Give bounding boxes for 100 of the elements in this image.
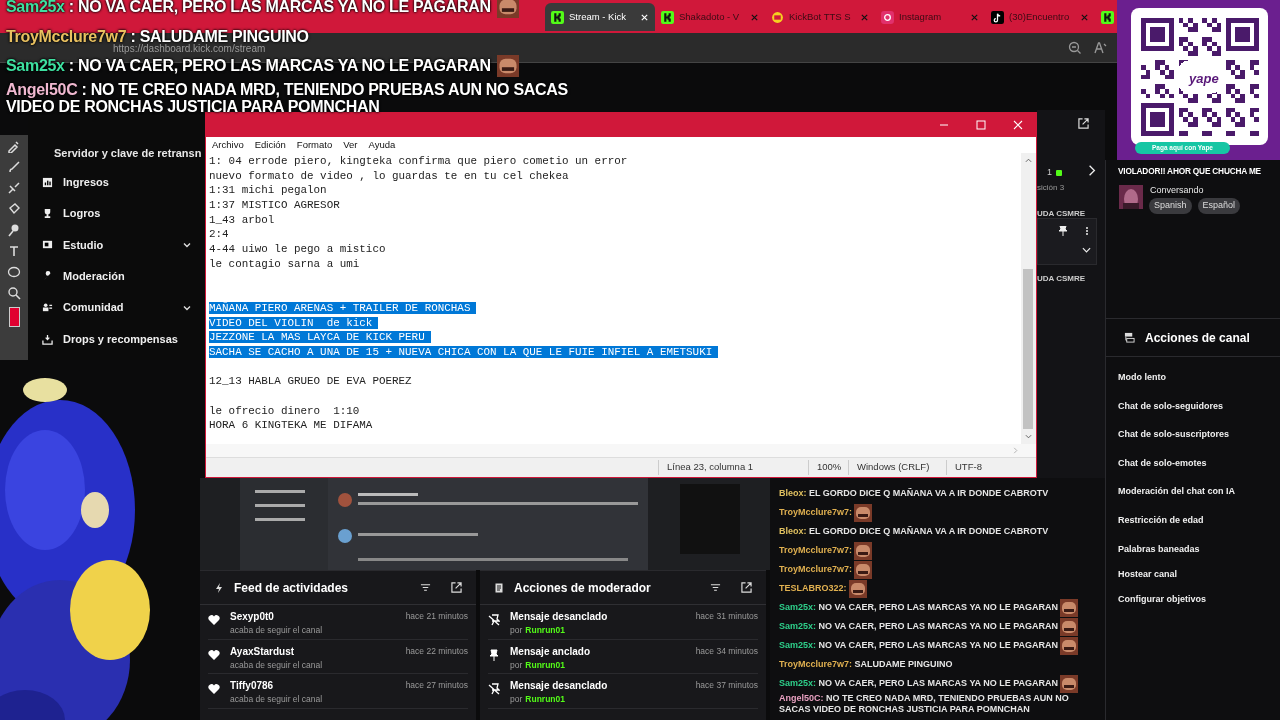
scroll-up-icon[interactable] xyxy=(1025,158,1032,163)
color-swatch[interactable] xyxy=(8,307,20,327)
by-label: por xyxy=(510,624,523,637)
maximize-icon[interactable] xyxy=(975,120,986,130)
k-logo-icon xyxy=(551,10,564,24)
k-logo-icon xyxy=(661,10,674,24)
eyedropper-icon[interactable] xyxy=(7,139,21,153)
pop-out-icon[interactable] xyxy=(1078,118,1089,129)
menu-item[interactable]: Archivo xyxy=(212,137,244,153)
tab-title: KickBot TTS S xyxy=(789,9,852,24)
status-text: 100% xyxy=(808,460,848,475)
overlay-chat-message: Sam25x : NO VA CAER, PERO LAS MARCAS YA NO LE PAGARAN xyxy=(6,0,491,16)
channel-action-item[interactable]: Chat de solo-emotes xyxy=(1118,457,1207,471)
activity-text: acaba de seguir el canal xyxy=(230,624,324,637)
timestamp: hace 21 minutos xyxy=(405,610,468,623)
moderator-name[interactable]: Runrun01 xyxy=(525,624,565,637)
status-text: Línea 23, columna 1 xyxy=(658,460,808,475)
timestamp: hace 22 minutos xyxy=(405,644,468,658)
pop-out-icon[interactable] xyxy=(741,582,752,593)
chat-username[interactable]: TroyMcclure7w7: xyxy=(779,545,853,556)
viewer-count: 1 xyxy=(1047,166,1052,179)
panel-title: Acciones de canal xyxy=(1145,329,1250,347)
status-text: UTF-8 xyxy=(946,460,1036,475)
scrollbar[interactable] xyxy=(206,444,1036,457)
follower-name[interactable]: Tiffy0786 xyxy=(230,678,396,693)
channel-action-item[interactable]: Hostear canal xyxy=(1118,568,1178,582)
pin-icon[interactable] xyxy=(1059,226,1067,236)
sidebar-item[interactable]: Estudio xyxy=(42,234,192,255)
channel-action-item[interactable]: Moderación del chat con IA xyxy=(1118,485,1236,499)
channel-action-item[interactable]: Palabras baneadas xyxy=(1118,543,1200,557)
menu-item[interactable]: Formato xyxy=(296,137,333,153)
panel-title: Acciones de moderador xyxy=(514,579,652,597)
tag-chip[interactable]: Spanish xyxy=(1149,198,1192,214)
studio-icon xyxy=(42,239,53,251)
chat-username[interactable]: TESLABRO322: xyxy=(779,583,847,594)
zoom-out-icon[interactable] xyxy=(1068,41,1082,55)
text-tool-icon[interactable] xyxy=(7,244,21,258)
chat-message: Sam25x: NO VA CAER, PERO LAS MARCAS YA NO LE PAGARAN xyxy=(779,640,1059,651)
url-text[interactable]: https://dashboard.kick.com/stream xyxy=(113,43,266,55)
document-icon xyxy=(494,582,504,593)
people-icon xyxy=(42,302,53,314)
channel-action-item[interactable]: Chat de solo-suscriptores xyxy=(1118,428,1230,442)
chevron-down-icon[interactable] xyxy=(1082,247,1091,253)
action-title: Mensaje desanclado xyxy=(510,679,609,693)
chevron-right-icon[interactable] xyxy=(1088,164,1096,177)
filter-icon[interactable] xyxy=(420,582,431,593)
unpin-icon xyxy=(488,614,500,626)
heart-icon xyxy=(208,683,220,695)
timestamp: hace 37 minutos xyxy=(695,679,758,692)
heart-icon xyxy=(208,648,220,661)
overlay-chat-message: TroyMcclure7w7 : SALUDAME PINGUINO xyxy=(6,27,309,45)
timestamp: hace 27 minutos xyxy=(405,679,468,692)
text-line: nuevo formato de video , lo guardas te en tu cel chekea xyxy=(209,169,569,182)
scrollbar[interactable] xyxy=(1021,153,1036,444)
by-label: por xyxy=(510,658,523,672)
moderator-name[interactable]: Runrun01 xyxy=(525,658,565,672)
tab-title: Instagram xyxy=(899,9,943,24)
channel-action-item[interactable]: Modo lento xyxy=(1118,371,1166,385)
panel-title: Feed de actividades xyxy=(234,579,350,597)
sidebar-item[interactable]: Moderación xyxy=(42,266,192,287)
filter-icon[interactable] xyxy=(710,582,721,593)
menu-item[interactable]: Ayuda xyxy=(368,137,396,153)
scrollbar-thumb[interactable] xyxy=(1023,269,1033,429)
trophy-icon xyxy=(42,207,53,219)
browser-tab[interactable]: Stream - Kick xyxy=(545,3,655,31)
tab-title: Stream - Kick xyxy=(569,9,627,24)
channel-action-item[interactable]: Restricción de edad xyxy=(1118,514,1204,528)
read-aloud-icon[interactable] xyxy=(1093,41,1107,55)
overlay-chat-message: Angel50C : NO TE CREO NADA MRD, TENIENDO PRUEBAS AUN NO SACAS VIDEO DE RONCHAS JUSTICIA PARA POMNCHAN xyxy=(6,80,569,115)
tag-chip[interactable]: Español xyxy=(1197,198,1241,214)
tab-title: (30)Encuentro xyxy=(1009,9,1071,24)
chat-fragment-text: UDA CSMRE xyxy=(1037,273,1086,285)
channel-action-item[interactable]: Configurar objetivos xyxy=(1118,593,1206,607)
chat-message: Sam25x: NO VA CAER, PERO LAS MARCAS YA NO LE PAGARAN xyxy=(779,621,1059,632)
follower-name[interactable]: AyaxStardust xyxy=(230,643,396,659)
menu-item[interactable]: Edición xyxy=(254,137,286,153)
pop-out-icon[interactable] xyxy=(451,582,462,593)
follower-name[interactable]: Sexyp0t0 xyxy=(230,609,396,624)
category-name[interactable]: Conversando xyxy=(1150,184,1204,198)
scroll-down-icon[interactable] xyxy=(1025,434,1032,439)
k-logo-icon xyxy=(1101,10,1114,24)
sidebar-item[interactable]: Logros xyxy=(42,203,192,224)
sidebar-item[interactable]: Ingresos xyxy=(42,172,192,192)
text-line: 2:4 xyxy=(209,228,229,241)
ellipse-icon[interactable] xyxy=(7,265,21,279)
channel-action-item[interactable]: Chat de solo-seguidores xyxy=(1118,400,1224,414)
chat-username[interactable]: TroyMcclure7w7: xyxy=(779,507,853,518)
chat-username[interactable]: TroyMcclure7w7: xyxy=(779,564,853,575)
search-icon[interactable] xyxy=(7,286,21,300)
more-icon[interactable] xyxy=(1085,226,1089,236)
chat-message: Angel50C: NO TE CREO NADA MRD, TENIENDO PRUEBAS AUN NO SACAS VIDEO DE RONCHAS JUSTICIA PARA POMNCHAN xyxy=(779,693,1070,715)
action-title: Mensaje anclado xyxy=(510,644,592,659)
activity-text: acaba de seguir el canal xyxy=(230,658,324,672)
sidebar-item[interactable]: Comunidad xyxy=(42,297,192,318)
moderator-name[interactable]: Runrun01 xyxy=(525,693,565,706)
text-line: 1: 04 errode piero, kingteka confirma que piero cometio un error xyxy=(209,155,628,167)
channel-actions-icon xyxy=(1124,332,1135,343)
menu-item[interactable]: Ver xyxy=(343,137,358,153)
timestamp: hace 34 minutos xyxy=(695,644,758,658)
sidebar-item[interactable]: Drops y recompensas xyxy=(42,329,192,349)
